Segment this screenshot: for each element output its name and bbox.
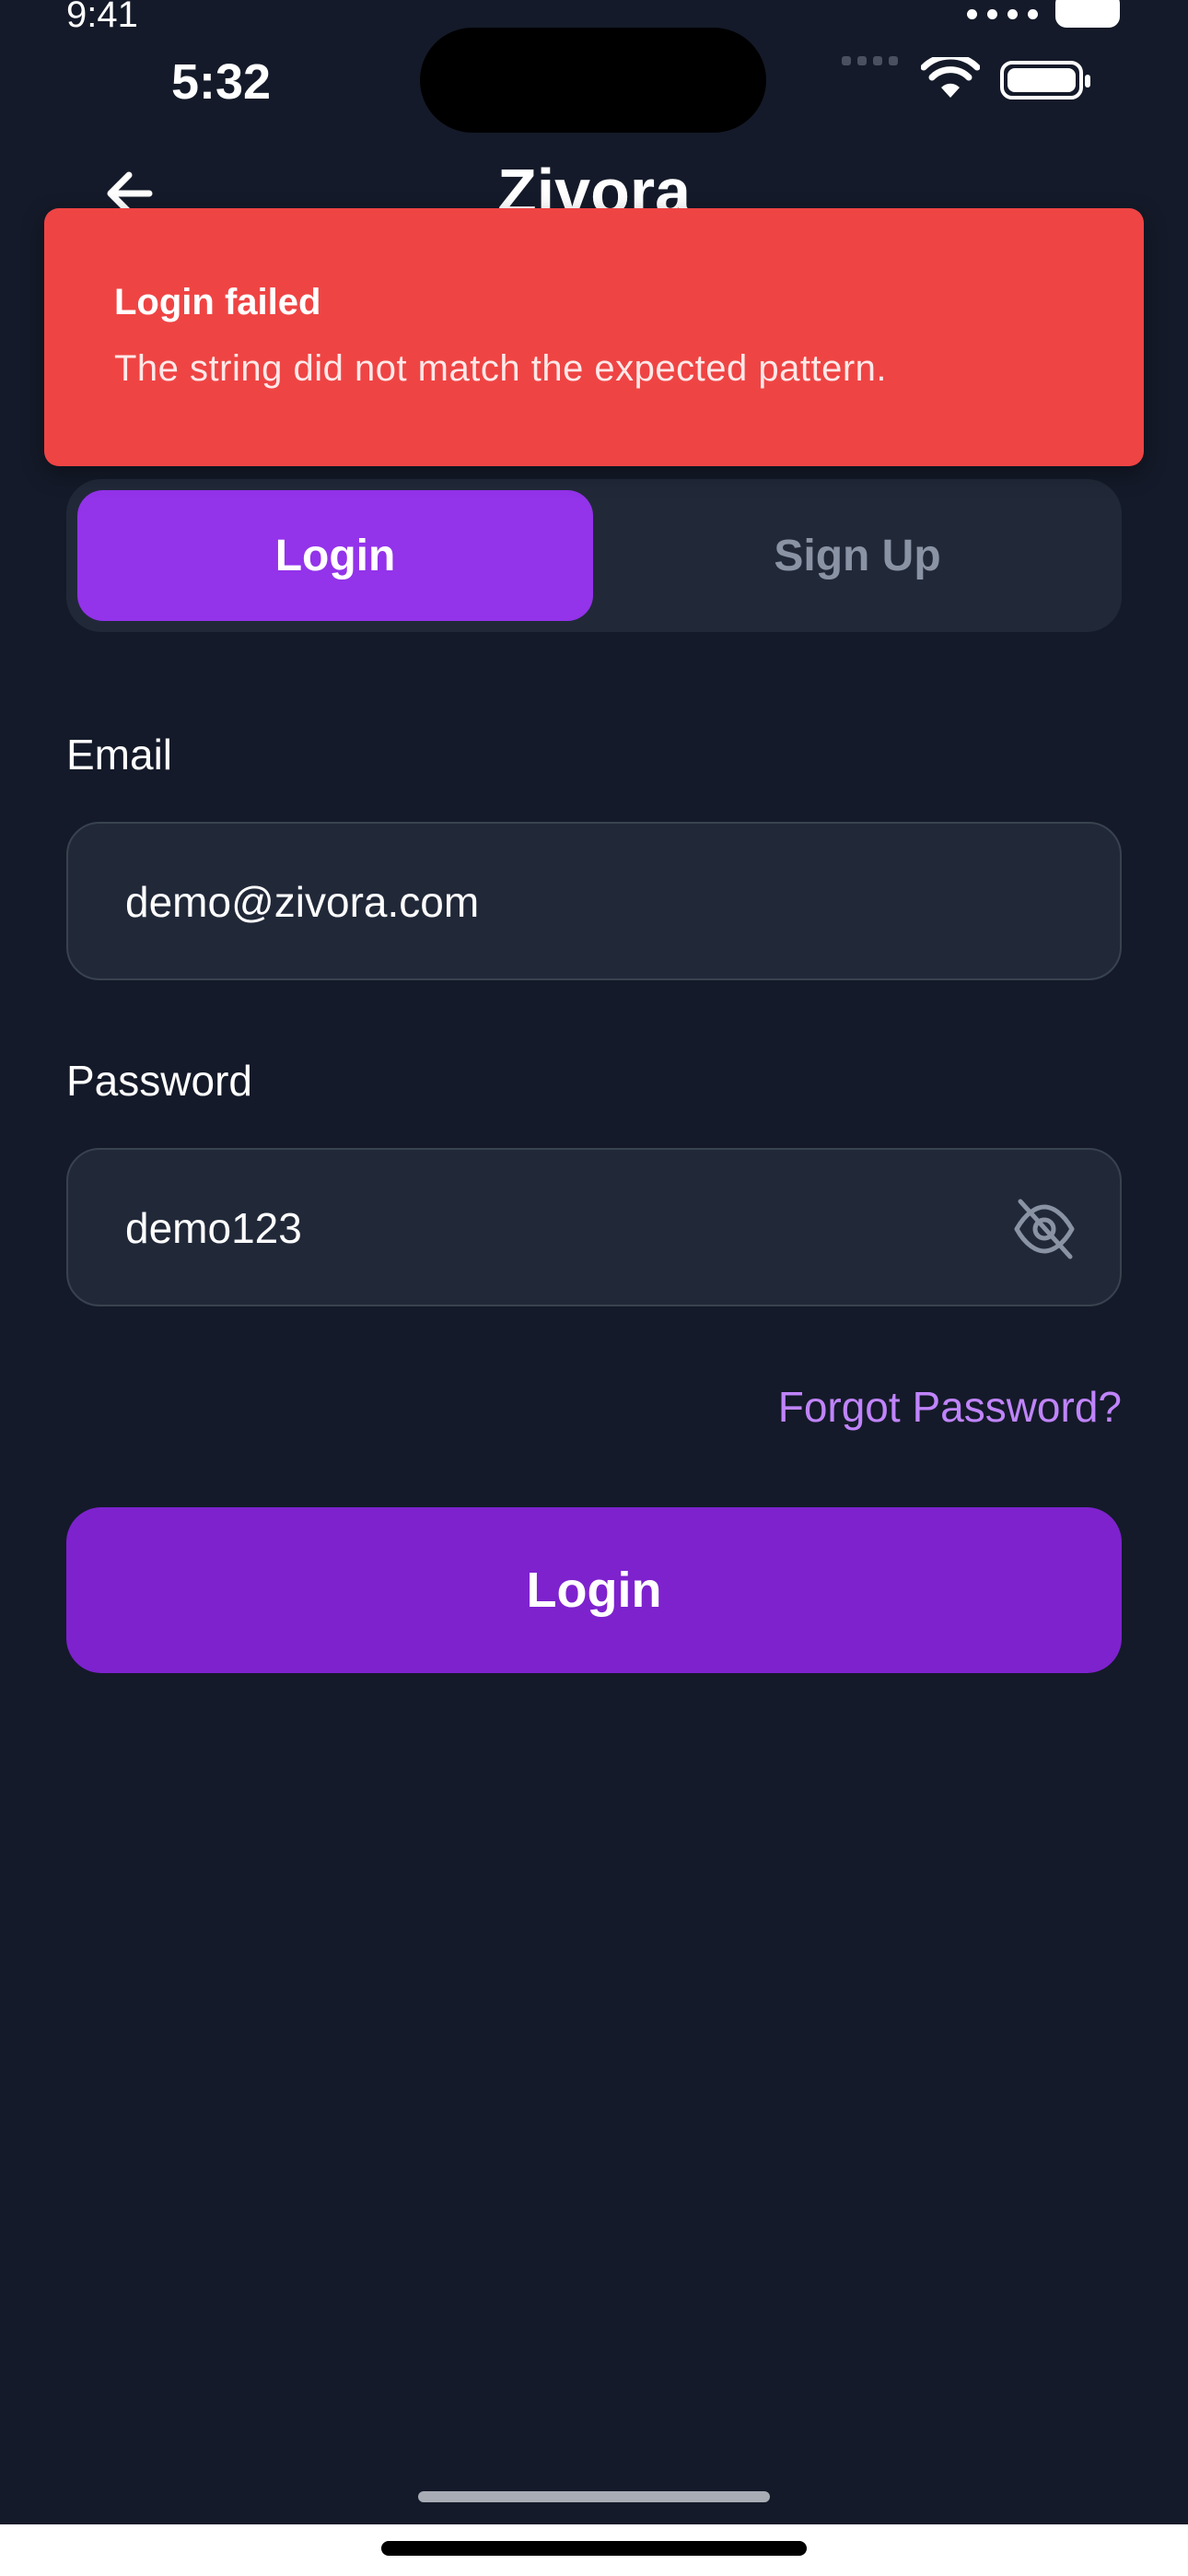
password-label: Password <box>66 1057 252 1105</box>
email-label: Email <box>66 731 173 779</box>
app-screen: 9:41 5:32 Zivora Login failed The string… <box>0 0 1188 2524</box>
outer-status-time: 9:41 <box>66 0 138 35</box>
email-value: demo@zivora.com <box>125 878 480 926</box>
toast-message: The string did not match the expected pa… <box>114 348 888 389</box>
forgot-password-link[interactable]: Forgot Password? <box>778 1382 1122 1432</box>
eye-off-icon[interactable] <box>1011 1196 1077 1262</box>
device-home-indicator <box>381 2541 807 2556</box>
battery-icon <box>1000 61 1090 100</box>
email-field[interactable]: demo@zivora.com <box>66 822 1122 980</box>
password-value: demo123 <box>125 1204 302 1252</box>
outer-battery-icon <box>1055 0 1120 28</box>
toast-title: Login failed <box>114 282 321 322</box>
tab-sign-up[interactable]: Sign Up <box>604 490 1111 621</box>
outer-signal-icon <box>967 7 1052 22</box>
error-toast[interactable]: Login failed The string did not match th… <box>44 208 1144 466</box>
password-field[interactable]: demo123 <box>66 1148 1122 1306</box>
status-time: 5:32 <box>171 54 272 110</box>
dynamic-island <box>420 28 766 133</box>
cellular-signal-icon <box>842 53 906 72</box>
login-button[interactable]: Login <box>66 1507 1122 1673</box>
auth-mode-switch: Login Sign Up <box>66 479 1122 632</box>
tab-login[interactable]: Login <box>77 490 593 621</box>
home-indicator <box>418 2491 770 2502</box>
wifi-icon <box>921 57 980 98</box>
